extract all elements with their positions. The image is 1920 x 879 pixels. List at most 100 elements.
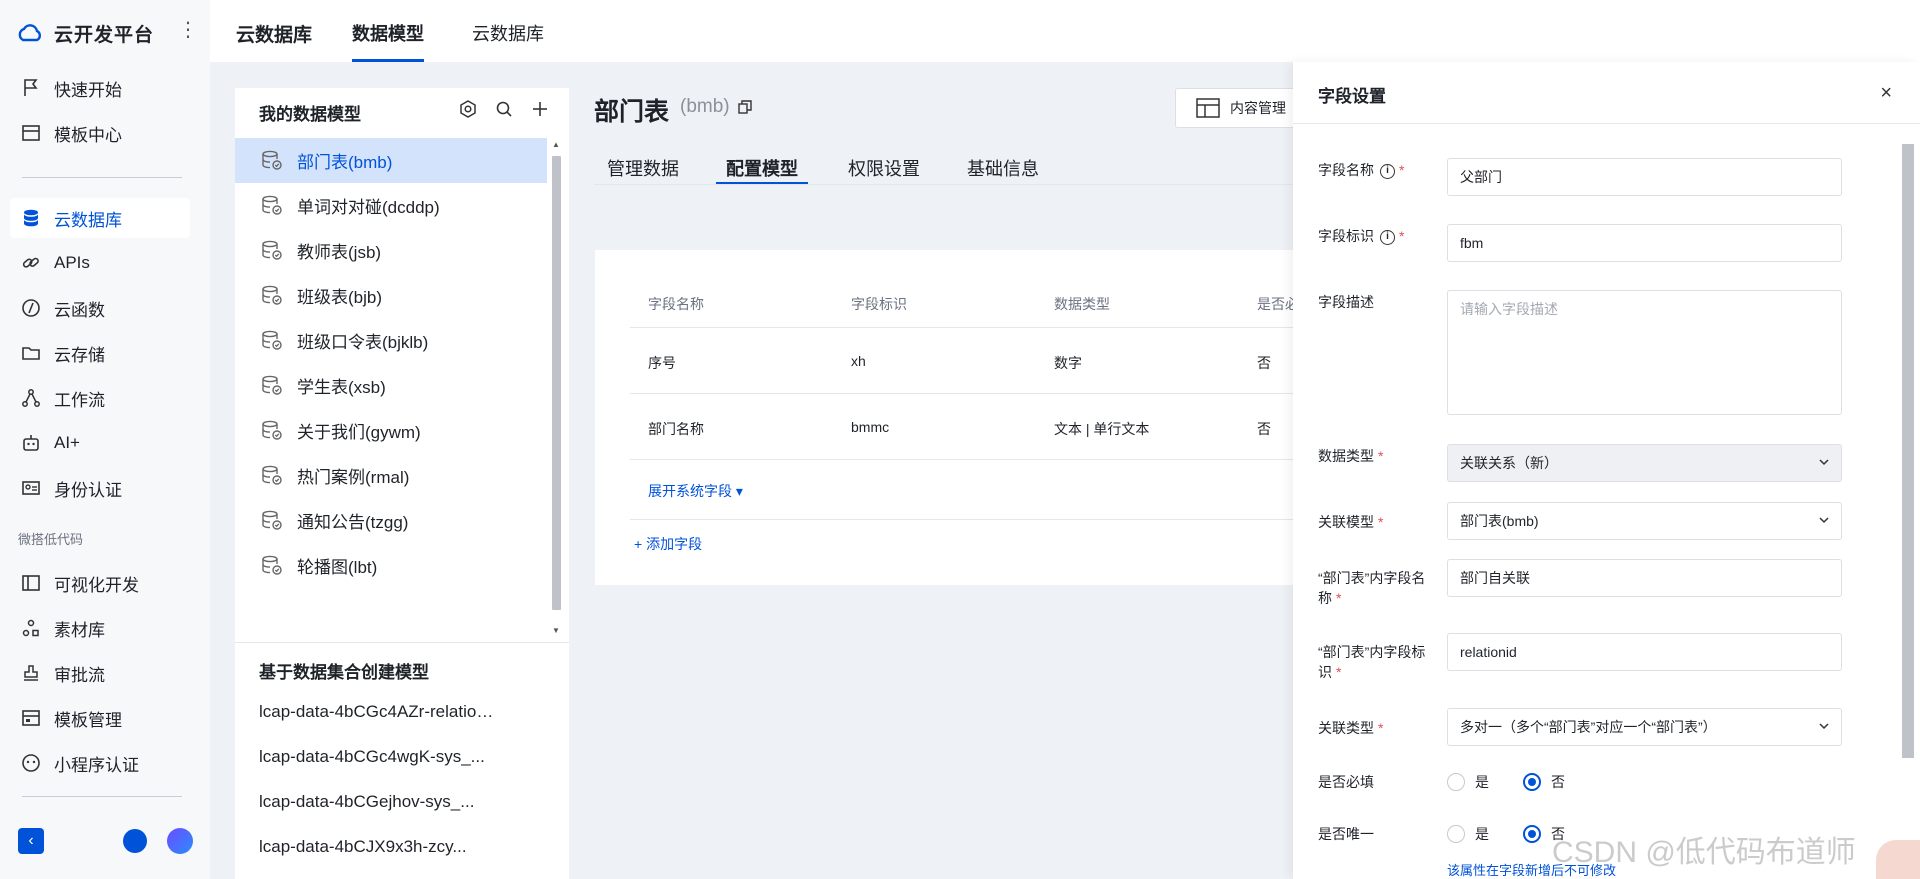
database-model-icon (261, 555, 285, 577)
inner-name-label-text: “部门表”内字段名称 (1318, 570, 1426, 606)
settings-icon[interactable] (459, 100, 477, 118)
list-item[interactable]: 单词对对碰(dcddp) (235, 183, 547, 228)
list-item[interactable]: 通知公告(tzgg) (235, 498, 547, 543)
row-divider (630, 393, 1295, 394)
info-icon[interactable]: i (1380, 229, 1395, 245)
content-manage-button[interactable]: 内容管理 (1175, 88, 1305, 128)
inner-name-input[interactable]: 部门自关联 (1447, 559, 1842, 597)
model-panel-tools (459, 100, 549, 118)
tab-config-model[interactable]: 配置模型 (716, 155, 808, 185)
sidebar-item-layout[interactable]: 可视化开发 (10, 563, 190, 603)
sidebar-item-miniprogram[interactable]: 小程序认证 (10, 743, 190, 783)
database-model-icon (261, 150, 285, 172)
tab-data-model[interactable]: 数据模型 (352, 20, 424, 62)
scroll-down-icon[interactable]: ▼ (551, 626, 561, 636)
model-name: 班级口令表(bjklb) (297, 333, 429, 352)
rel-model-label: 关联模型 * (1318, 512, 1383, 532)
field-name-input[interactable]: 父部门 (1447, 158, 1842, 196)
model-identifier: (bmb) (680, 96, 730, 117)
sidebar-item-template[interactable]: 模板中心 (10, 113, 190, 153)
user-avatar-icon[interactable] (123, 829, 147, 853)
field-id-input[interactable]: fbm (1447, 224, 1842, 262)
tab-cloud-database[interactable]: 云数据库 (472, 20, 544, 62)
sidebar-item-flag[interactable]: 快速开始 (10, 68, 190, 108)
table-cell: 否 (1257, 421, 1271, 437)
database-model-icon (261, 285, 285, 307)
assistant-icon[interactable] (167, 828, 193, 854)
required-mark: * (1399, 228, 1405, 244)
unique-yes-radio[interactable] (1447, 825, 1465, 843)
scroll-up-icon[interactable]: ▲ (551, 140, 561, 150)
rel-model-select[interactable]: 部门表(bmb) (1447, 502, 1842, 540)
required-yes-radio[interactable] (1447, 773, 1465, 791)
sidebar-item-robot[interactable]: AI+ (10, 423, 190, 463)
sidebar-item-folder[interactable]: 云存储 (10, 333, 190, 373)
field-name-label: 字段名称 i * (1318, 160, 1404, 180)
sidebar-item-label: 审批流 (54, 665, 105, 685)
expand-system-fields-link[interactable]: 展开系统字段 ▾ (648, 481, 743, 501)
required-no-radio[interactable] (1523, 773, 1541, 791)
list-item[interactable]: 部门表(bmb) (235, 138, 547, 183)
tab-permissions[interactable]: 权限设置 (848, 155, 920, 185)
table-cell: 否 (1257, 355, 1271, 371)
nav-divider (22, 177, 182, 178)
sidebar-item-workflow[interactable]: 工作流 (10, 378, 190, 418)
inner-id-input[interactable]: relationid (1447, 633, 1842, 671)
add-icon[interactable] (531, 100, 549, 118)
unique-no-radio[interactable] (1523, 825, 1541, 843)
sidebar-item-database[interactable]: 云数据库 (10, 198, 190, 238)
desc-textarea[interactable]: 请输入字段描述 (1447, 290, 1842, 415)
brand-title: 云开发平台 (54, 24, 155, 46)
add-field-link[interactable]: + 添加字段 (634, 534, 702, 554)
collapse-icon[interactable]: ‹ (18, 828, 44, 854)
stamp-icon (20, 662, 42, 684)
scroll-thumb[interactable] (1902, 144, 1914, 758)
sidebar-item-assets[interactable]: 素材库 (10, 608, 190, 648)
tab-manage-data[interactable]: 管理数据 (607, 155, 679, 185)
model-list-scrollbar[interactable]: ▲ ▼ (549, 138, 563, 638)
dataset-item[interactable]: lcap-data-4bCJX9x3h-zcy... (259, 837, 499, 857)
required-label: 是否必填 (1318, 774, 1374, 790)
rel-type-select[interactable]: 多对一（多个“部门表”对应一个“部门表”） (1447, 708, 1842, 746)
drawer-scrollbar[interactable] (1901, 128, 1915, 828)
scroll-thumb[interactable] (552, 156, 561, 610)
list-item[interactable]: 轮播图(lbt) (235, 543, 547, 588)
list-item[interactable]: 学生表(xsb) (235, 363, 547, 408)
list-item[interactable]: 教师表(jsb) (235, 228, 547, 273)
list-item[interactable]: 热门案例(rmal) (235, 453, 547, 498)
rel-type-label-text: 关联类型 (1318, 720, 1374, 736)
search-icon[interactable] (495, 100, 513, 118)
dataset-item[interactable]: lcap-data-4bCGc4AZr-relation... (259, 702, 499, 722)
list-item[interactable]: 班级表(bjb) (235, 273, 547, 318)
sidebar-item-function[interactable]: 云函数 (10, 288, 190, 328)
sidebar-item-label: 身份认证 (54, 480, 122, 500)
info-icon[interactable]: i (1380, 163, 1395, 179)
data-type-select[interactable]: 关联关系（新） (1447, 444, 1842, 482)
sidebar-item-label: 云数据库 (54, 210, 122, 230)
sidebar-item-link[interactable]: APIs (10, 243, 190, 283)
id-card-icon (20, 477, 42, 499)
list-item[interactable]: 班级口令表(bjklb) (235, 318, 547, 363)
miniprogram-icon (20, 752, 42, 774)
close-icon[interactable]: × (1880, 82, 1892, 105)
dataset-item[interactable]: lcap-data-4bCGejhov-sys_... (259, 792, 499, 812)
more-icon[interactable]: ⋮ (178, 18, 198, 44)
avatar (1876, 840, 1920, 879)
radio-label: 是 (1475, 826, 1489, 842)
sidebar-item-template-manage[interactable]: 模板管理 (10, 698, 190, 738)
drawer-title: 字段设置 (1318, 87, 1386, 106)
list-item[interactable]: 关于我们(gywm) (235, 408, 547, 453)
sidebar-item-id-card[interactable]: 身份认证 (10, 468, 190, 508)
database-model-icon (261, 420, 285, 442)
sidebar-item-stamp[interactable]: 审批流 (10, 653, 190, 693)
unique-label: 是否唯一 (1318, 826, 1374, 842)
inner-id-label: “部门表”内字段标识 * (1318, 642, 1433, 682)
model-name: 学生表(xsb) (297, 378, 386, 397)
copy-icon[interactable] (738, 100, 752, 114)
required-radio-group: 是 否 (1447, 772, 1589, 792)
brand[interactable]: 云开发平台 (16, 18, 154, 48)
layout-icon (20, 572, 42, 594)
dataset-item[interactable]: lcap-data-4bCGc4wgK-sys_... (259, 747, 499, 767)
tab-basic-info[interactable]: 基础信息 (967, 155, 1039, 185)
template-icon (20, 122, 42, 144)
